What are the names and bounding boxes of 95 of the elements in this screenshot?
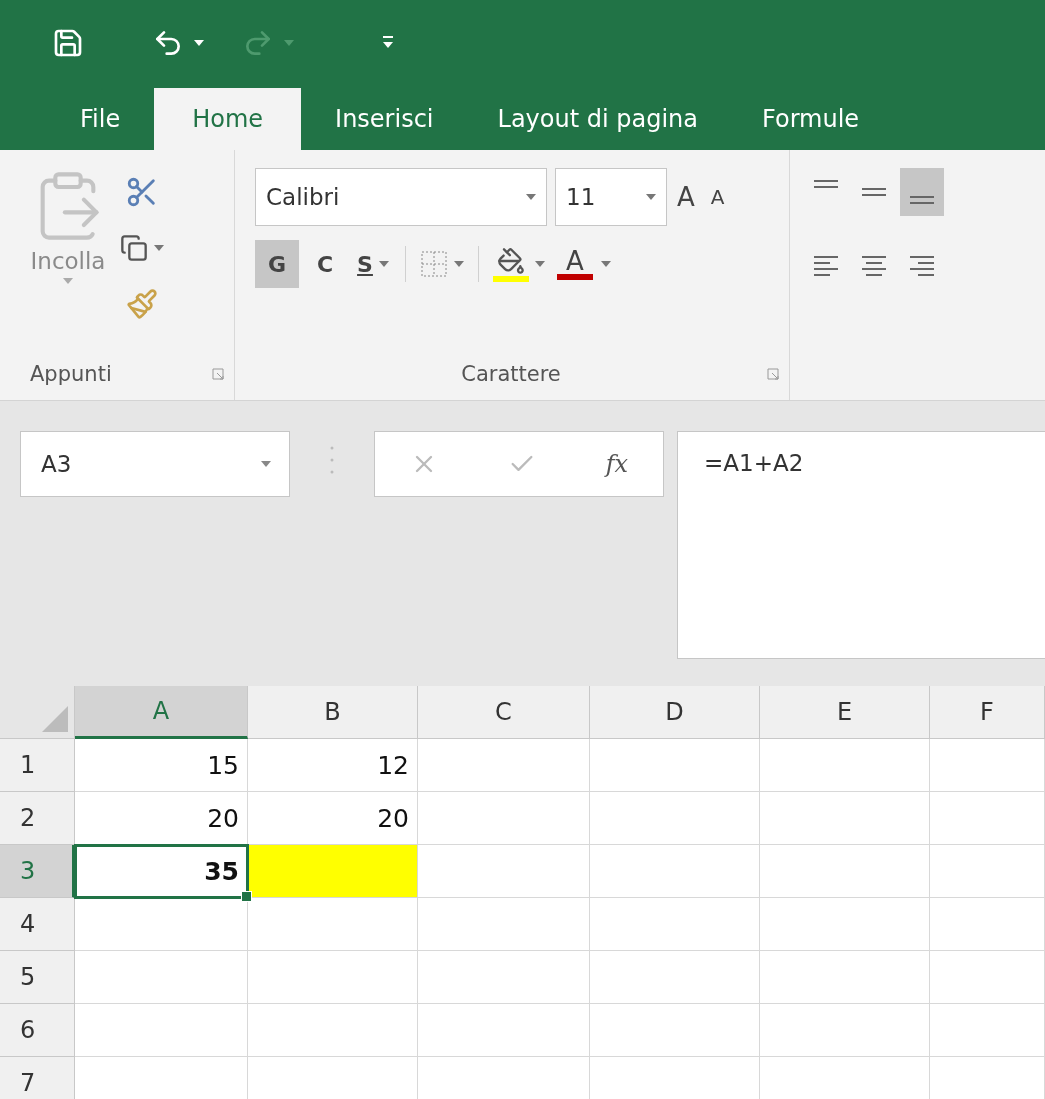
name-box[interactable]: A3 <box>20 431 290 497</box>
font-name-field[interactable]: Calibri <box>255 168 547 226</box>
caret-icon <box>378 261 389 267</box>
table-cell[interactable] <box>418 898 590 951</box>
caret-icon <box>646 194 656 200</box>
align-top-icon <box>814 180 838 188</box>
paintbrush-icon <box>126 288 158 320</box>
fill-handle[interactable] <box>241 891 252 902</box>
row-header[interactable]: 4 <box>0 898 75 951</box>
caret-icon <box>601 261 611 267</box>
ribbon-tab[interactable]: Home <box>154 88 302 150</box>
table-cell[interactable] <box>590 1004 760 1057</box>
align-right-icon <box>910 256 934 276</box>
formula-field[interactable]: =A1+A2 <box>677 431 1045 659</box>
shrink-font-button[interactable]: A <box>704 185 731 209</box>
table-cell[interactable] <box>760 845 930 898</box>
table-cell[interactable] <box>760 739 930 792</box>
ribbon-tab[interactable]: Layout di pagina <box>467 88 729 150</box>
ribbon-tab[interactable]: Formule <box>732 88 890 150</box>
italic-button[interactable]: C <box>303 240 347 288</box>
table-cell[interactable]: 15 <box>75 739 248 792</box>
table-cell[interactable] <box>930 845 1045 898</box>
select-all-icon[interactable] <box>42 706 68 732</box>
row-header[interactable]: 6 <box>0 1004 75 1057</box>
customize-icon <box>382 35 394 50</box>
column-header[interactable]: D <box>590 686 760 739</box>
ribbon-tab[interactable]: File <box>50 88 151 150</box>
table-cell[interactable]: 12 <box>248 739 418 792</box>
group-label: Appunti <box>30 362 112 386</box>
table-cell[interactable] <box>590 792 760 845</box>
table-cell[interactable] <box>75 1004 248 1057</box>
align-left-icon <box>814 256 838 276</box>
table-cell[interactable] <box>248 951 418 1004</box>
table-cell[interactable] <box>590 898 760 951</box>
caret-icon <box>526 194 536 200</box>
dialog-launcher-icon[interactable] <box>767 368 779 380</box>
table-cell[interactable] <box>590 845 760 898</box>
table-cell[interactable] <box>418 1004 590 1057</box>
ribbon-tab[interactable]: Inserisci <box>305 88 464 150</box>
table-cell[interactable] <box>760 951 930 1004</box>
column-header[interactable]: F <box>930 686 1045 739</box>
font-size-field[interactable]: 11 <box>555 168 667 226</box>
table-cell[interactable] <box>75 898 248 951</box>
table-cell[interactable] <box>590 951 760 1004</box>
caret-icon <box>454 261 464 267</box>
customize-button[interactable] <box>382 35 394 50</box>
table-cell[interactable]: 20 <box>248 792 418 845</box>
align-center-icon <box>862 256 886 276</box>
column-header[interactable]: A <box>75 686 248 739</box>
grow-font-button[interactable]: A <box>671 182 701 212</box>
align-middle-icon <box>862 188 886 196</box>
caret-icon <box>63 278 73 284</box>
underline-button[interactable]: S <box>351 240 395 288</box>
table-cell[interactable] <box>418 792 590 845</box>
table-cell[interactable] <box>760 898 930 951</box>
table-cell[interactable] <box>248 898 418 951</box>
column-header[interactable]: C <box>418 686 590 739</box>
bold-button[interactable]: G <box>255 240 299 288</box>
dialog-launcher-icon[interactable] <box>212 368 224 380</box>
table-cell[interactable] <box>418 951 590 1004</box>
caret-icon <box>261 461 271 467</box>
row-header[interactable]: 2 <box>0 792 75 845</box>
table-cell[interactable] <box>418 845 590 898</box>
font-color-button[interactable]: A <box>553 248 597 280</box>
insert-function-button[interactable]: fx <box>605 450 629 478</box>
table-cell[interactable] <box>930 792 1045 845</box>
row-header[interactable]: 3 <box>0 845 75 898</box>
table-cell[interactable] <box>418 739 590 792</box>
paint-bucket-icon <box>497 246 525 275</box>
align-bottom-icon <box>910 196 934 204</box>
row-header[interactable]: 5 <box>0 951 75 1004</box>
group-label: Carattere <box>461 362 561 386</box>
fill-color-bar <box>493 275 529 282</box>
row-header[interactable]: 7 <box>0 1057 75 1099</box>
caret-icon <box>535 261 545 267</box>
borders-icon <box>420 250 448 278</box>
table-cell[interactable] <box>248 1004 418 1057</box>
caret-icon <box>154 245 164 251</box>
column-header[interactable]: B <box>248 686 418 739</box>
table-cell[interactable] <box>930 951 1045 1004</box>
table-cell[interactable]: 20 <box>75 792 248 845</box>
column-header[interactable]: E <box>760 686 930 739</box>
caret-icon <box>284 39 294 46</box>
table-cell[interactable] <box>930 898 1045 951</box>
align-bottom-button[interactable] <box>900 168 944 216</box>
table-cell[interactable] <box>930 1004 1045 1057</box>
copy-icon <box>120 234 148 262</box>
table-cell[interactable] <box>930 739 1045 792</box>
table-cell[interactable] <box>590 739 760 792</box>
table-cell[interactable] <box>75 951 248 1004</box>
table-cell[interactable] <box>760 1004 930 1057</box>
table-cell[interactable] <box>760 792 930 845</box>
caret-icon <box>194 39 204 46</box>
row-header[interactable]: 1 <box>0 739 75 792</box>
table-cell[interactable] <box>248 845 418 898</box>
